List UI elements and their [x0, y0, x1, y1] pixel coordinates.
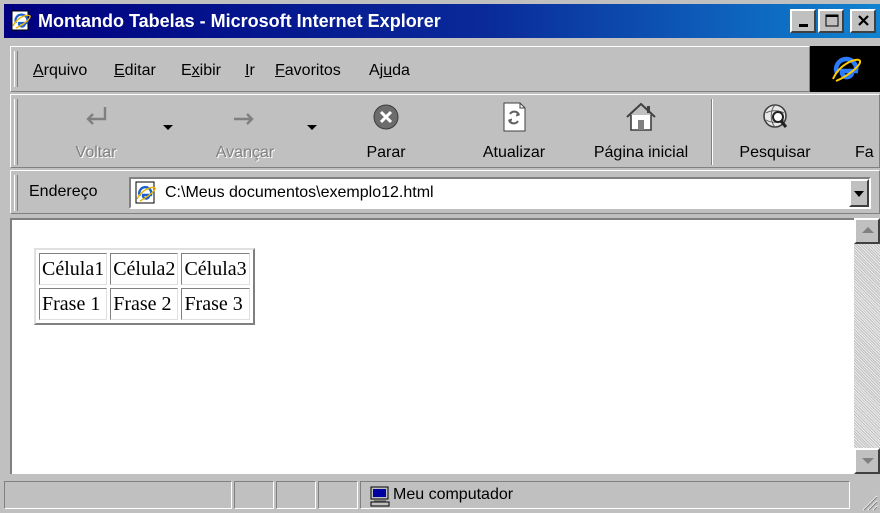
- menu-ajuda[interactable]: Ajuda: [369, 61, 410, 81]
- security-zone-pane: Meu computador: [360, 481, 850, 509]
- address-bar: Endereço C:\Meus documentos\exemplo12.ht…: [10, 170, 880, 214]
- ie-logo: [810, 46, 880, 92]
- refresh-label: Atualizar: [482, 144, 546, 161]
- search-globe-icon: [759, 101, 791, 138]
- menu-favoritos[interactable]: Favoritos: [275, 61, 341, 81]
- maximize-button[interactable]: [818, 9, 844, 33]
- home-label: Página inicial: [593, 144, 689, 161]
- table-row: Célula1 Célula2 Célula3: [39, 253, 250, 285]
- search-label: Pesquisar: [739, 144, 811, 161]
- menu-exibir[interactable]: Exibir: [181, 61, 221, 81]
- table-cell: Frase 2: [110, 288, 179, 320]
- ie-page-icon: [133, 181, 159, 210]
- window-title: Montando Tabelas - Microsoft Internet Ex…: [38, 11, 441, 31]
- stop-icon: [370, 101, 402, 138]
- scroll-up-button[interactable]: [854, 218, 880, 244]
- menu-bar: Arquivo Editar Exibir Ir Favoritos Ajuda: [10, 46, 810, 92]
- address-label: Endereço: [29, 183, 98, 200]
- refresh-button[interactable]: Atualizar: [469, 95, 559, 169]
- back-button[interactable]: Voltar: [51, 95, 141, 169]
- table-cell: Célula3: [181, 253, 250, 285]
- computer-icon: [369, 485, 391, 512]
- forward-button[interactable]: Avançar: [195, 95, 295, 169]
- home-icon: [624, 101, 658, 138]
- address-dropdown-button[interactable]: [849, 179, 869, 207]
- back-dropdown[interactable]: [163, 125, 173, 130]
- status-pane: [276, 481, 316, 509]
- toolbar-separator: [711, 99, 713, 165]
- address-url[interactable]: C:\Meus documentos\exemplo12.html: [165, 184, 434, 202]
- title-bar[interactable]: Montando Tabelas - Microsoft Internet Ex…: [4, 4, 880, 38]
- toolbar-grip[interactable]: [14, 99, 18, 165]
- close-icon: [858, 15, 869, 26]
- home-button[interactable]: Página inicial: [573, 95, 709, 169]
- status-progress-pane: [234, 481, 274, 509]
- status-text-pane: [4, 481, 232, 509]
- table-cell: Frase 1: [39, 288, 108, 320]
- forward-label: Avançar: [215, 144, 275, 161]
- vertical-scrollbar[interactable]: [854, 218, 880, 474]
- back-label: Voltar: [75, 144, 117, 161]
- table-cell: Frase 3: [181, 288, 250, 320]
- page-content: Célula1 Célula2 Célula3 Frase 1 Frase 2 …: [10, 218, 854, 474]
- page-table: Célula1 Célula2 Célula3 Frase 1 Frase 2 …: [34, 248, 255, 325]
- address-field[interactable]: C:\Meus documentos\exemplo12.html: [129, 177, 871, 209]
- address-bar-grip[interactable]: [14, 175, 18, 211]
- forward-arrow-icon: [230, 101, 260, 136]
- maximize-icon: [825, 14, 839, 27]
- status-pane: [318, 481, 358, 509]
- status-bar: Meu computador: [0, 476, 880, 513]
- ie-page-icon[interactable]: [10, 10, 32, 32]
- menu-arquivo[interactable]: Arquivo: [33, 61, 87, 81]
- table-cell: Célula1: [39, 253, 108, 285]
- ie-logo-icon: [832, 56, 861, 82]
- security-zone-label: Meu computador: [393, 486, 514, 503]
- menu-bar-grip[interactable]: [14, 51, 18, 87]
- scroll-down-button[interactable]: [854, 448, 880, 474]
- resize-grip-icon[interactable]: [860, 493, 878, 511]
- stop-button[interactable]: Parar: [341, 95, 431, 169]
- table-row: Frase 1 Frase 2 Frase 3: [39, 288, 250, 320]
- refresh-icon: [499, 101, 529, 138]
- close-button[interactable]: [850, 9, 876, 33]
- forward-dropdown[interactable]: [307, 125, 317, 130]
- favorites-button[interactable]: Fa: [851, 95, 880, 169]
- search-button[interactable]: Pesquisar: [725, 95, 825, 169]
- table-cell: Célula2: [110, 253, 179, 285]
- standard-toolbar: Voltar Avançar Parar Atualizar Página in…: [10, 94, 880, 168]
- back-arrow-icon: [81, 101, 111, 136]
- browser-window: Montando Tabelas - Microsoft Internet Ex…: [0, 0, 880, 513]
- menu-ir[interactable]: Ir: [245, 61, 255, 81]
- stop-label: Parar: [366, 144, 406, 161]
- favorites-label: Fa: [855, 144, 874, 161]
- minimize-button[interactable]: [790, 9, 816, 33]
- minimize-icon: [799, 24, 808, 27]
- menu-editar[interactable]: Editar: [114, 61, 156, 81]
